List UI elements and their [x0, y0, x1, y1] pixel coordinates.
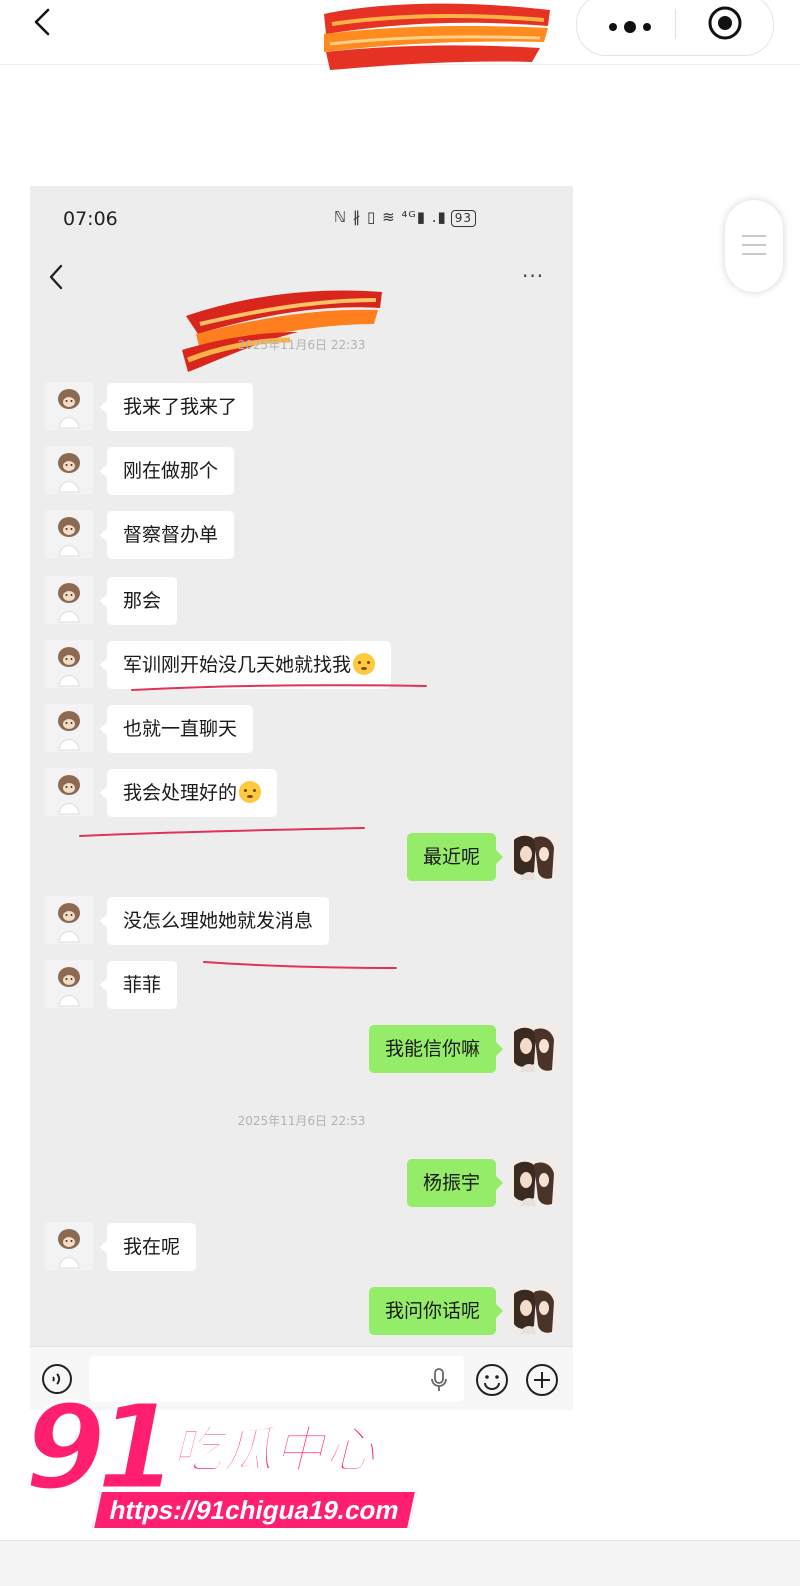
capsule-menu [576, 0, 774, 56]
message-text: 菲菲 [123, 974, 162, 996]
incoming-message: 也就一直聊天 [30, 704, 573, 758]
annotation-underline [131, 684, 427, 691]
chat-header: ··· [30, 246, 573, 372]
contact-avatar[interactable] [45, 1222, 93, 1270]
message-timestamp: 2025年11月6日 22:33 [237, 338, 366, 352]
watermark-url: https://91chigua19.com [91, 1490, 418, 1530]
side-menu-handle[interactable] [725, 200, 783, 292]
redaction-scribble [182, 290, 382, 372]
outgoing-message: 我问你话呢 [30, 1286, 573, 1340]
message-bubble[interactable]: 我能信你嘛 [368, 1025, 504, 1073]
message-bubble[interactable]: 我在呢 [99, 1223, 197, 1271]
message-text: 我来了我来了 [123, 396, 238, 418]
emoji-icon[interactable] [474, 1362, 510, 1398]
message-text: 最近呢 [422, 846, 480, 868]
message-timestamp: 2025年11月6日 22:53 [237, 1114, 366, 1128]
message-text: 没怎么理她她就发消息 [123, 910, 314, 932]
site-watermark: 91 吃瓜中心 https://91chigua19.com [22, 1377, 444, 1534]
upside-down-face-icon [239, 781, 262, 803]
message-bubble[interactable]: 督察督办单 [99, 511, 235, 559]
incoming-message: 我会处理好的 [30, 768, 573, 822]
capsule-divider [675, 9, 676, 39]
message-bubble[interactable]: 我来了我来了 [99, 383, 254, 431]
message-text: 杨振宇 [422, 1172, 480, 1194]
contact-avatar[interactable] [45, 768, 93, 816]
watermark-name: 吃瓜中心 [171, 1420, 376, 1480]
message-bubble[interactable]: 刚在做那个 [99, 447, 235, 495]
chevron-left-icon[interactable] [44, 262, 68, 292]
message-bubble[interactable]: 菲菲 [99, 961, 178, 1009]
message-text: 我在呢 [123, 1236, 181, 1258]
incoming-message: 督察督办单 [30, 510, 573, 564]
redaction-scribble [324, 3, 550, 70]
annotation-underline [203, 961, 397, 969]
contact-avatar[interactable] [45, 960, 93, 1008]
battery-icon: 93 [450, 210, 477, 227]
message-text: 我能信你嘛 [384, 1038, 480, 1060]
message-text: 我会处理好的 [123, 782, 238, 804]
back-icon[interactable] [26, 4, 62, 40]
top-nav-bar [0, 0, 800, 70]
incoming-message: 那会 [30, 576, 573, 630]
signal-icons: ℕ ∦ ▯ ≋ ⁴ᴳ▮ .▮ [334, 208, 447, 226]
contact-avatar[interactable] [45, 704, 93, 752]
plus-icon[interactable] [524, 1362, 560, 1398]
message-text: 刚在做那个 [123, 460, 219, 482]
incoming-message: 刚在做那个 [30, 446, 573, 500]
message-bubble[interactable]: 杨振宇 [406, 1159, 504, 1207]
incoming-message: 没怎么理她她就发消息 [30, 896, 573, 950]
contact-avatar[interactable] [45, 896, 93, 944]
contact-avatar[interactable] [45, 640, 93, 688]
status-time: 07:06 [63, 208, 118, 230]
outgoing-message: 我能信你嘛 [30, 1024, 573, 1078]
my-avatar[interactable] [510, 1024, 558, 1072]
menu-lines-icon [742, 235, 766, 255]
phone-status-bar: 07:06 ℕ ∦ ▯ ≋ ⁴ᴳ▮ .▮ 93 [30, 186, 573, 246]
target-circle-icon[interactable] [705, 3, 745, 43]
my-avatar[interactable] [510, 1286, 558, 1334]
message-bubble[interactable]: 也就一直聊天 [99, 705, 254, 753]
contact-avatar[interactable] [45, 382, 93, 430]
message-bubble[interactable]: 没怎么理她她就发消息 [99, 897, 330, 945]
contact-avatar[interactable] [45, 446, 93, 494]
incoming-message: 我在呢 [30, 1222, 573, 1276]
annotation-underline [79, 827, 365, 837]
bottom-strip [0, 1540, 800, 1586]
contact-avatar[interactable] [45, 510, 93, 558]
message-text: 我问你话呢 [384, 1300, 480, 1322]
chat-more-button[interactable]: ··· [522, 264, 544, 288]
message-bubble[interactable]: 我会处理好的 [99, 769, 278, 817]
chat-screenshot: 07:06 ℕ ∦ ▯ ≋ ⁴ᴳ▮ .▮ 93 ··· 2025年11月6日 22… [30, 186, 573, 1410]
message-bubble[interactable]: 那会 [99, 577, 178, 625]
more-dots-icon[interactable] [601, 7, 659, 43]
message-bubble[interactable]: 我问你话呢 [368, 1287, 504, 1335]
message-text: 军训刚开始没几天她就找我 [123, 654, 352, 676]
my-avatar[interactable] [510, 832, 558, 880]
upside-down-face-icon [353, 653, 376, 675]
incoming-message: 我来了我来了 [30, 382, 573, 436]
contact-avatar[interactable] [45, 576, 93, 624]
outgoing-message: 最近呢 [30, 832, 573, 886]
outgoing-message: 杨振宇 [30, 1158, 573, 1212]
message-text: 也就一直聊天 [123, 718, 238, 740]
status-icons: ℕ ∦ ▯ ≋ ⁴ᴳ▮ .▮ 93 [334, 208, 477, 227]
message-text: 那会 [123, 590, 162, 612]
message-text: 督察督办单 [123, 524, 219, 546]
my-avatar[interactable] [510, 1158, 558, 1206]
message-bubble[interactable]: 最近呢 [406, 833, 504, 881]
